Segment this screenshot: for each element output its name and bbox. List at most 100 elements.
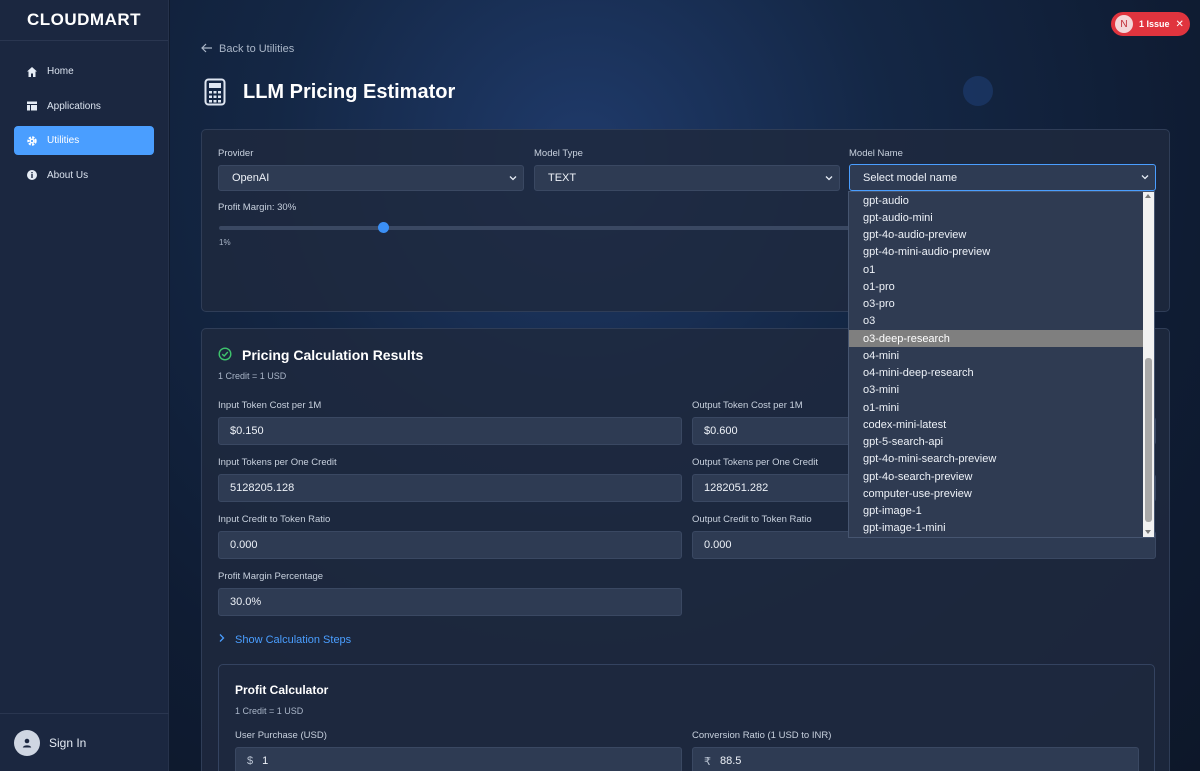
- sign-in-label: Sign In: [49, 735, 87, 750]
- model-option[interactable]: o1-mini: [849, 399, 1144, 416]
- chevron-down-icon: [825, 176, 833, 181]
- avatar: [14, 729, 40, 756]
- check-circle-icon: [218, 347, 232, 361]
- model-name-dropdown[interactable]: gpt-audio gpt-audio-mini gpt-4o-audio-prev…: [848, 191, 1155, 538]
- scroll-down-icon[interactable]: [1145, 530, 1151, 534]
- input-cost-value: $0.150: [230, 425, 264, 437]
- model-option[interactable]: gpt-audio: [849, 192, 1144, 209]
- decorative-blob: [963, 76, 993, 106]
- input-tokens-field[interactable]: 5128205.128: [218, 474, 682, 502]
- gear-icon: [26, 135, 38, 147]
- input-cost-field[interactable]: $0.150: [218, 417, 682, 445]
- profit-margin-slider-thumb[interactable]: [377, 222, 389, 233]
- chevron-right-icon: [218, 633, 226, 646]
- calculator-icon: [204, 78, 226, 106]
- model-option[interactable]: gpt-4o-search-preview: [849, 468, 1144, 485]
- model-option[interactable]: gpt-image-1-mini: [849, 520, 1144, 537]
- user-purchase-input[interactable]: $ 1: [235, 747, 682, 771]
- dropdown-scrollbar[interactable]: [1143, 192, 1154, 537]
- arrow-left-icon: [201, 42, 213, 56]
- issue-badge-label: 1 Issue: [1139, 19, 1170, 29]
- rupee-prefix: ₹: [704, 755, 711, 768]
- model-option[interactable]: o4-mini-deep-research: [849, 365, 1144, 382]
- home-icon: [26, 66, 38, 78]
- provider-value: OpenAI: [232, 172, 270, 184]
- user-icon: [22, 738, 32, 747]
- margin-pct-label: Profit Margin Percentage: [218, 571, 324, 582]
- page-title: LLM Pricing Estimator: [243, 80, 456, 103]
- applications-icon: [26, 100, 38, 112]
- dollar-prefix: $: [247, 755, 254, 767]
- scroll-up-icon[interactable]: [1145, 194, 1151, 198]
- results-title: Pricing Calculation Results: [242, 347, 424, 363]
- model-type-value: TEXT: [548, 172, 577, 184]
- profit-margin-slider-track[interactable]: [219, 226, 879, 230]
- input-ratio-label: Input Credit to Token Ratio: [218, 514, 331, 525]
- back-to-utilities-link[interactable]: Back to Utilities: [201, 42, 294, 56]
- output-ratio-label: Output Credit to Token Ratio: [692, 514, 812, 525]
- model-option[interactable]: gpt-4o-mini-audio-preview: [849, 244, 1144, 261]
- sidebar-item-label: About Us: [47, 169, 89, 181]
- output-tokens-label: Output Tokens per One Credit: [692, 457, 819, 468]
- chevron-down-icon: [1141, 175, 1149, 180]
- output-tokens-value: 1282051.282: [704, 482, 769, 494]
- issue-badge[interactable]: N 1 Issue ✕: [1111, 12, 1190, 36]
- model-name-label: Model Name: [849, 148, 903, 159]
- model-option[interactable]: o3: [849, 313, 1144, 330]
- steps-link-label: Show Calculation Steps: [235, 633, 352, 646]
- sidebar-item-label: Utilities: [47, 135, 80, 146]
- model-option[interactable]: gpt-image-1: [849, 503, 1144, 520]
- model-name-value: Select model name: [863, 171, 958, 184]
- input-ratio-field[interactable]: 0.000: [218, 531, 682, 559]
- info-icon: [26, 169, 38, 181]
- input-tokens-label: Input Tokens per One Credit: [218, 457, 337, 468]
- sidebar-nav: Home Applications Utilities About Us: [0, 41, 168, 190]
- user-purchase-label: User Purchase (USD): [235, 730, 327, 741]
- profit-credit-note: 1 Credit = 1 USD: [235, 706, 304, 716]
- page-header: LLM Pricing Estimator: [204, 78, 455, 106]
- sidebar-item-home[interactable]: Home: [14, 57, 154, 86]
- model-option[interactable]: o1: [849, 261, 1144, 278]
- profit-calculator-card: Profit Calculator 1 Credit = 1 USD User …: [218, 664, 1155, 771]
- conversion-ratio-value: 88.5: [720, 755, 742, 767]
- model-option[interactable]: o3-mini: [849, 382, 1144, 399]
- model-option[interactable]: gpt-5-search-api: [849, 434, 1144, 451]
- model-name-select[interactable]: Select model name: [849, 164, 1156, 191]
- user-purchase-value: 1: [262, 755, 269, 767]
- provider-label: Provider: [218, 148, 254, 159]
- profit-margin-label: Profit Margin: 30%: [218, 202, 297, 213]
- brand-logo[interactable]: CLOUDMART: [0, 0, 168, 41]
- model-type-label: Model Type: [534, 148, 583, 159]
- conversion-ratio-input[interactable]: ₹ 88.5: [692, 747, 1139, 771]
- model-option[interactable]: codex-mini-latest: [849, 416, 1144, 433]
- model-option[interactable]: o1-pro: [849, 278, 1144, 295]
- input-cost-label: Input Token Cost per 1M: [218, 400, 322, 411]
- model-option[interactable]: o4-mini: [849, 347, 1144, 364]
- model-options-list: gpt-audio gpt-audio-mini gpt-4o-audio-prev…: [849, 192, 1154, 537]
- show-calculation-steps-link[interactable]: Show Calculation Steps: [218, 633, 351, 646]
- sidebar-item-about-us[interactable]: About Us: [14, 161, 154, 190]
- model-option[interactable]: o3-deep-research: [849, 330, 1144, 348]
- input-tokens-value: 5128205.128: [230, 482, 295, 494]
- back-link-label: Back to Utilities: [219, 43, 295, 55]
- slider-min-label: 1%: [219, 238, 231, 247]
- model-option[interactable]: gpt-4o-audio-preview: [849, 227, 1144, 244]
- chevron-down-icon: [509, 176, 517, 181]
- margin-pct-field[interactable]: 30.0%: [218, 588, 682, 616]
- close-icon[interactable]: ✕: [1176, 19, 1184, 30]
- model-option[interactable]: gpt-4o-mini-search-preview: [849, 451, 1144, 468]
- scrollbar-thumb[interactable]: [1145, 358, 1152, 522]
- model-option[interactable]: gpt-audio-mini: [849, 209, 1144, 226]
- sidebar-item-label: Home: [47, 66, 74, 77]
- model-type-select[interactable]: TEXT: [534, 165, 840, 191]
- margin-pct-value: 30.0%: [230, 596, 262, 608]
- model-option[interactable]: computer-use-preview: [849, 485, 1144, 502]
- output-ratio-value: 0.000: [704, 539, 732, 551]
- sign-in-button[interactable]: Sign In: [0, 713, 169, 771]
- sidebar: CLOUDMART Home Applications Utilities Ab…: [0, 0, 169, 771]
- issue-badge-letter: N: [1115, 15, 1133, 33]
- model-option[interactable]: o3-pro: [849, 296, 1144, 313]
- sidebar-item-utilities[interactable]: Utilities: [14, 126, 154, 155]
- sidebar-item-applications[interactable]: Applications: [14, 92, 154, 121]
- provider-select[interactable]: OpenAI: [218, 165, 524, 191]
